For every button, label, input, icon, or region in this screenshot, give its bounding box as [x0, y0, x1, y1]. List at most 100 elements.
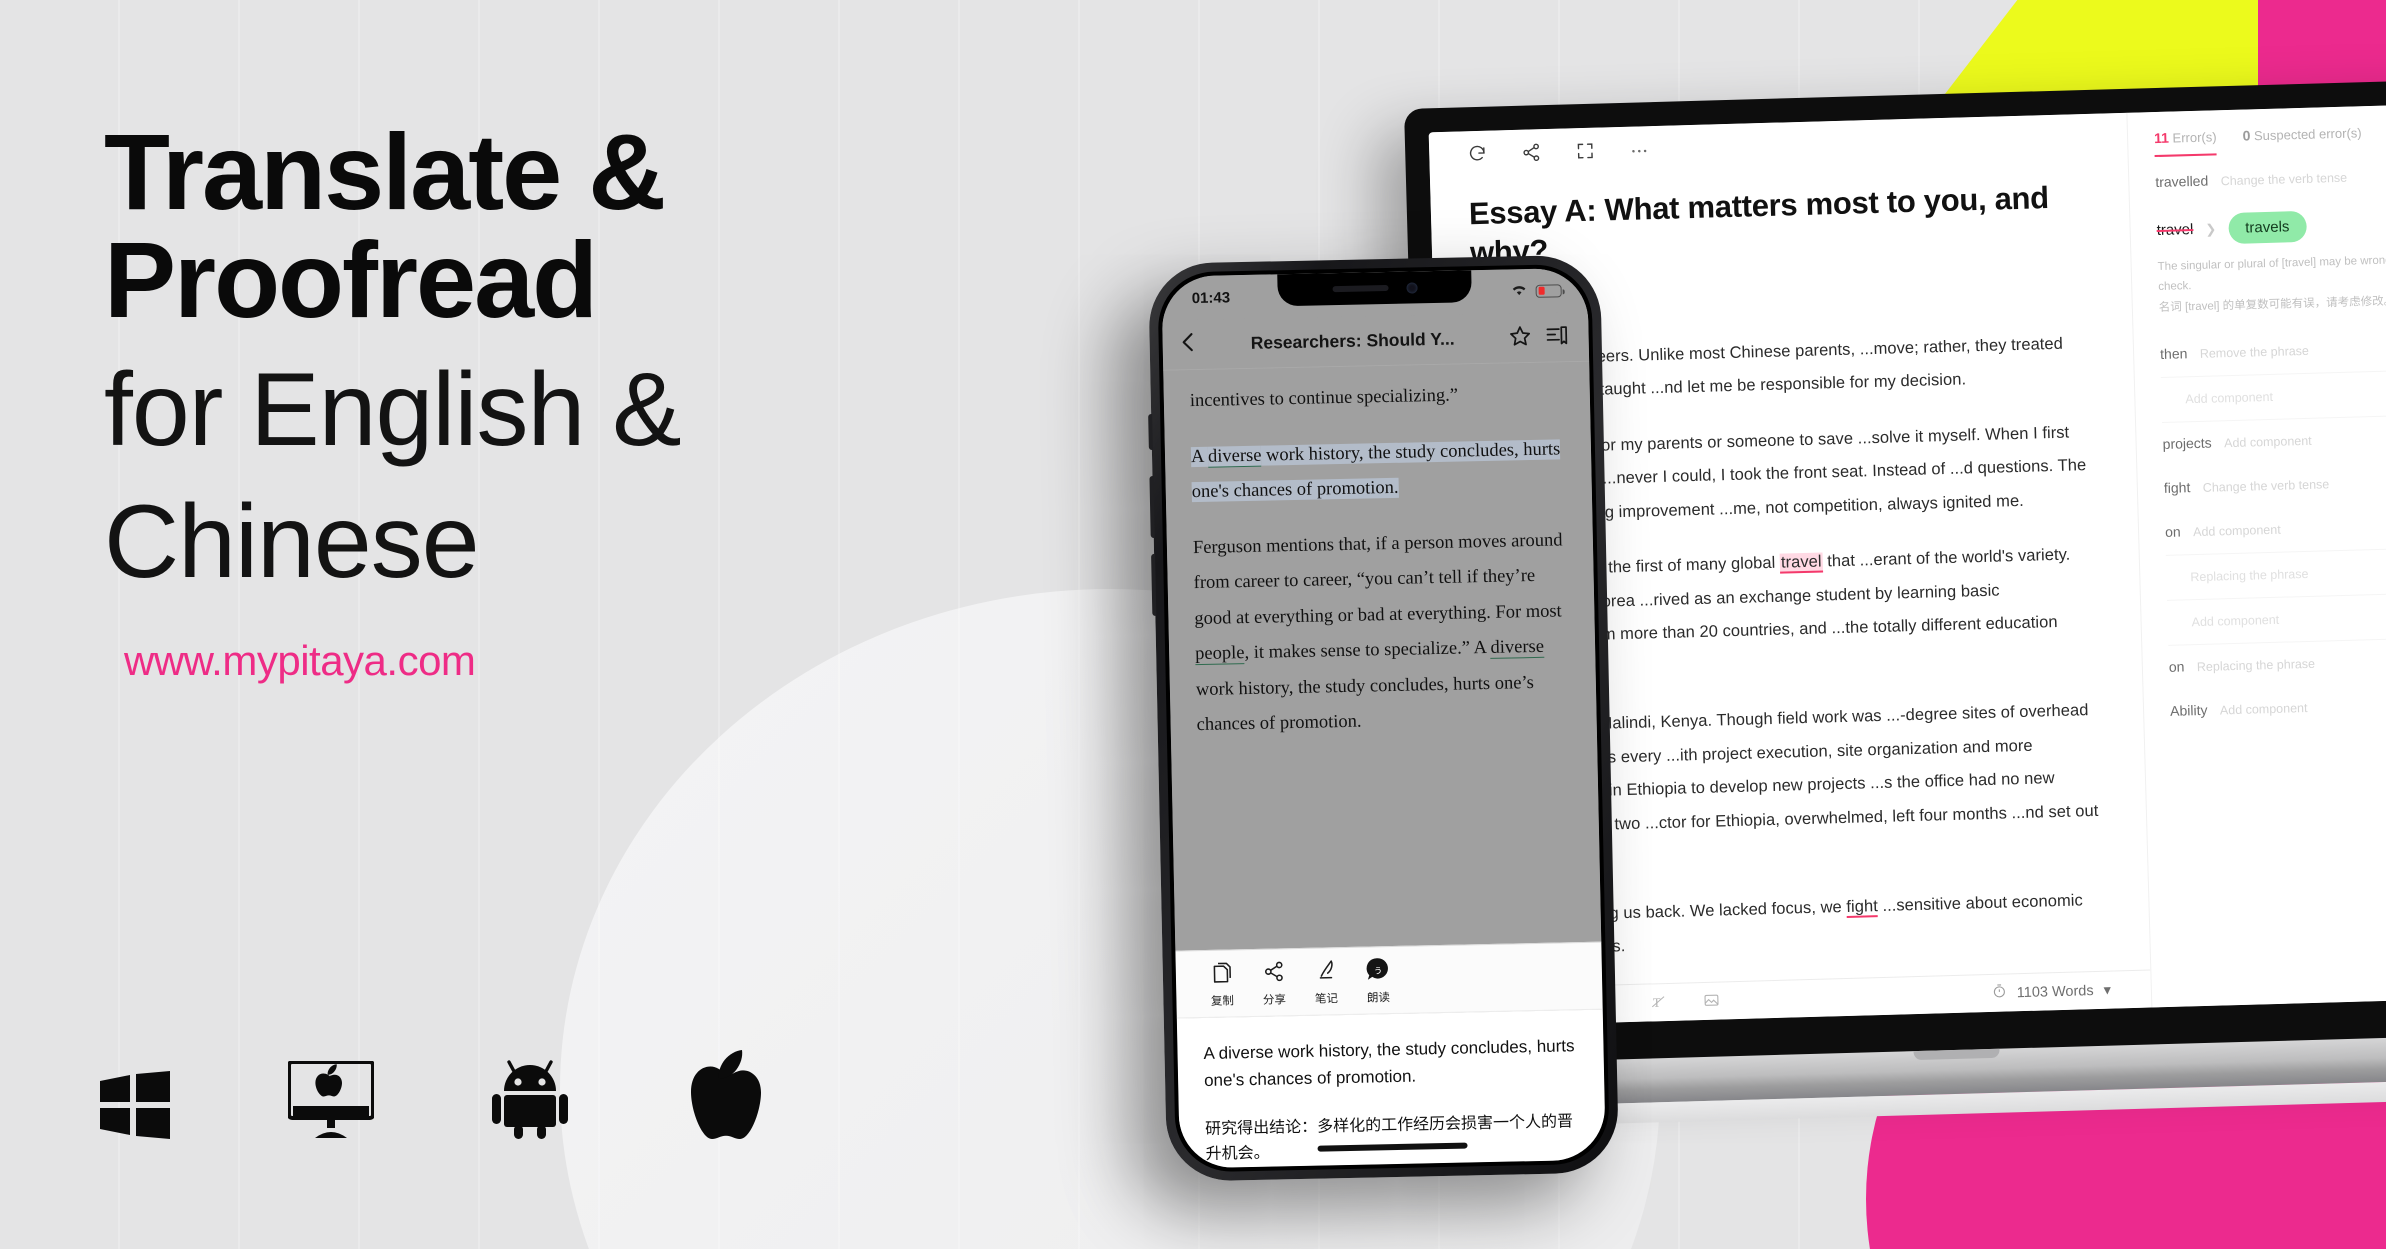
proofread-item[interactable]: Replacing the phrase	[2166, 548, 2386, 600]
refresh-icon[interactable]	[1467, 144, 1488, 165]
proofread-item-action: Change the verb tense	[2202, 476, 2330, 495]
suspected-count: 0	[2242, 127, 2251, 144]
error-word-fight[interactable]: fight	[1846, 896, 1879, 918]
phone-nav-bar: Researchers: Should Y...	[1162, 311, 1590, 371]
proofread-item-expanded[interactable]: travel ❯ travels The singular or plural …	[2156, 197, 2386, 333]
proofread-item[interactable]: travelled Change the verb tense	[2155, 153, 2386, 205]
phone-article-title: Researchers: Should Y...	[1250, 328, 1455, 353]
reader-fragment: Ferguson mentions that, if a person move…	[1192, 529, 1563, 629]
proofread-item-action: Add component	[2185, 389, 2274, 406]
phone-notch	[1277, 270, 1472, 307]
phone-frame: 01:43 Researchers: Should Y... incentive…	[1148, 254, 1620, 1182]
clear-format-icon[interactable]: T	[1650, 993, 1668, 1013]
proofread-item-word: fight	[2163, 478, 2191, 496]
phone-device: 01:43 Researchers: Should Y... incentive…	[1148, 254, 1620, 1182]
phone-reader-content[interactable]: incentives to continue specializing.” A …	[1163, 361, 1602, 951]
chevron-right-icon: ❯	[2205, 220, 2217, 237]
context-action-copy[interactable]: 复制	[1196, 960, 1249, 1009]
status-indicators	[1509, 281, 1562, 300]
tab-suspected-errors[interactable]: 0 Suspected error(s)	[2242, 124, 2362, 154]
proofread-item-action: Add component	[2219, 700, 2308, 718]
share-icon[interactable]	[1521, 142, 1542, 163]
website-url[interactable]: www.mypitaya.com	[124, 637, 984, 685]
phone-context-action-bar: 复制 分享 笔记 ぅ 朗读	[1175, 941, 1603, 1019]
timer-icon	[1992, 984, 2008, 1003]
phone-volume-up-button[interactable]	[1149, 475, 1155, 539]
context-action-label: 复制	[1210, 995, 1235, 1008]
context-action-share[interactable]: 分享	[1248, 959, 1301, 1008]
front-camera-icon	[1405, 281, 1418, 294]
context-action-note[interactable]: 笔记	[1300, 958, 1353, 1007]
platform-icon-row	[100, 1047, 764, 1139]
proofread-item-word: then	[2159, 344, 2188, 362]
translation-target-text: 研究得出结论：多样化的工作经历会损害一个人的晋升机会。	[1204, 1113, 1574, 1164]
error-word-travel[interactable]: travel	[1779, 552, 1823, 574]
headline-line-1: Translate &	[104, 111, 666, 232]
proofread-item-list: travelled Change the verb tense travel ❯…	[2129, 148, 2386, 734]
proofread-item[interactable]: projects Add component	[2162, 415, 2386, 467]
reader-word-people: people	[1194, 643, 1245, 666]
proofread-item[interactable]: Add component	[2161, 370, 2386, 422]
subheadline-line-1: for English &	[104, 352, 682, 468]
context-action-label: 分享	[1262, 994, 1287, 1007]
context-action-read-aloud[interactable]: ぅ 朗读	[1352, 957, 1405, 1006]
subheadline-line-2: Chinese	[104, 484, 480, 601]
windows-logo-icon	[100, 1071, 170, 1139]
reading-list-icon[interactable]	[1545, 323, 1569, 351]
chevron-down-icon[interactable]: ▾	[2103, 982, 2111, 998]
reader-paragraph: incentives to continue specializing.”	[1189, 385, 1459, 412]
battery-low-icon	[1535, 283, 1562, 298]
error-tab-label: Error(s)	[2172, 129, 2217, 146]
tab-errors[interactable]: 11 Error(s)	[2153, 128, 2218, 158]
proofread-item[interactable]: on Replacing the phrase	[2168, 638, 2386, 690]
proofread-item-word: projects	[2162, 434, 2212, 452]
proofread-item-action: Change the verb tense	[2220, 170, 2348, 189]
reader-fragment: , it makes sense to specialize.” A	[1244, 638, 1491, 664]
proofread-item[interactable]: fight Change the verb tense	[2163, 459, 2386, 511]
fullscreen-icon[interactable]	[1575, 141, 1596, 162]
proofread-item-action: Replacing the phrase	[2190, 566, 2309, 584]
proofread-item-word: on	[2164, 523, 2181, 540]
translation-source-text: A diverse work history, the study conclu…	[1203, 1035, 1575, 1091]
selection-fragment: A	[1190, 446, 1209, 467]
copy-icon	[1211, 962, 1233, 988]
phone-mute-switch[interactable]	[1148, 413, 1153, 451]
status-time: 01:43	[1191, 288, 1231, 307]
proofread-item-word: on	[2168, 658, 2185, 675]
error-count: 11	[2153, 129, 2170, 147]
reader-selected-paragraph[interactable]: A diverse work history, the study conclu…	[1190, 432, 1568, 511]
original-word: travel	[2156, 221, 2194, 240]
word-count-group[interactable]: 1103 Words ▾	[1992, 981, 2112, 1003]
proofread-item-action: Add component	[2191, 612, 2280, 629]
phone-bezel: 01:43 Researchers: Should Y... incentive…	[1157, 263, 1610, 1173]
reader-paragraph: Ferguson mentions that, if a person move…	[1193, 523, 1573, 744]
proofread-item[interactable]: on Add component	[2165, 503, 2386, 555]
earpiece-speaker	[1332, 284, 1389, 293]
suggested-word-chip[interactable]: travels	[2227, 210, 2307, 245]
proofread-item[interactable]: then Remove the phrase	[2160, 325, 2386, 377]
reader-word-diverse: diverse	[1490, 636, 1545, 660]
proofread-item[interactable]: Ability Add component	[2170, 682, 2386, 734]
read-aloud-icon: ぅ	[1366, 958, 1390, 985]
more-dots-icon[interactable]	[1629, 139, 1650, 160]
phone-screen: 01:43 Researchers: Should Y... incentive…	[1161, 267, 1606, 1169]
context-action-label: 笔记	[1314, 992, 1339, 1006]
word-count-label: 1103 Words	[2016, 982, 2094, 1001]
image-icon[interactable]	[1703, 991, 1721, 1011]
context-action-label: 朗读	[1366, 991, 1391, 1005]
apple-logo-icon	[686, 1047, 764, 1139]
phone-volume-down-button[interactable]	[1151, 553, 1157, 616]
headline-line-2: Proofread	[104, 219, 598, 340]
mac-desktop-icon	[288, 1061, 374, 1139]
suggestion-row: travel ❯ travels	[2156, 207, 2386, 246]
chevron-left-icon[interactable]	[1180, 330, 1197, 359]
android-robot-icon	[492, 1057, 568, 1139]
share-icon	[1263, 961, 1285, 987]
hero-block: Translate & Proofread for English & Chin…	[104, 118, 984, 685]
proofread-item[interactable]: Add component	[2167, 593, 2386, 645]
suggestion-note-en: The singular or plural of [travel] may b…	[2157, 253, 2386, 293]
proofread-item-action: Replacing the phrase	[2196, 656, 2316, 674]
proofread-item-action: Add component	[2223, 433, 2312, 450]
proofread-panel: 11 Error(s) 0 Suspected error(s) travell…	[2126, 103, 2386, 1008]
star-icon[interactable]	[1508, 323, 1532, 351]
